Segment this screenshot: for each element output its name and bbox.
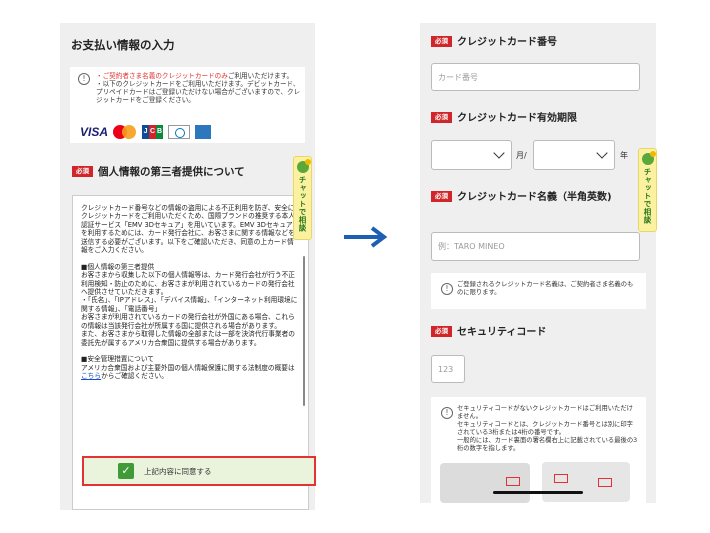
- security-note: セキュリティコードがないクレジットカードはご利用いただけません。 セキュリティコ…: [457, 405, 638, 452]
- chat-icon: [641, 151, 656, 165]
- card-front-illustration: [542, 462, 630, 502]
- arrow-right-icon: [344, 226, 388, 248]
- payment-info-panel: お支払い情報の入力 ! ・ご契約者さま名義のクレジットカードのみご利用いただけま…: [60, 23, 315, 510]
- required-badge: 必須: [431, 36, 452, 47]
- card-number-label: クレジットカード番号: [457, 37, 557, 48]
- holder-label: クレジットカード名義（半角英数): [457, 192, 612, 203]
- chat-consult-tab[interactable]: チャットで相談: [638, 148, 657, 232]
- holder-note-box: ! ご登録されるクレジットカード名義は、ご契約者さま名義のものに限ります。: [431, 273, 646, 309]
- month-unit: 月/: [516, 151, 527, 160]
- cvc-highlight-box: [598, 478, 612, 487]
- terms-scrollbar[interactable]: [303, 256, 305, 406]
- terms-p1: クレジットカード番号などの情報の盗用による不正利用を防ぎ、安全にクレジットカード…: [81, 204, 295, 255]
- third-party-heading-text: 個人情報の第三者提供について: [98, 166, 245, 178]
- card-number-heading: 必須 クレジットカード番号: [431, 36, 646, 49]
- card-notice-text: ・ご契約者さま名義のクレジットカードのみご利用いただけます。 ・以下のクレジット…: [96, 72, 301, 104]
- terms-p3-b: からご確認ください。: [101, 372, 168, 381]
- security-code-label: セキュリティコード: [457, 327, 547, 338]
- amex-logo: [195, 125, 212, 139]
- home-indicator: [493, 491, 583, 494]
- chevron-down-icon: [596, 147, 608, 159]
- cvc-highlight-box: [554, 474, 568, 483]
- diners-logo: [168, 125, 191, 139]
- expiry-heading: 必須 クレジットカード有効期限: [431, 112, 646, 125]
- required-badge: 必須: [431, 112, 452, 123]
- notice-line1-rest: ご利用いただけます。: [227, 72, 294, 80]
- terms-p3-a: ■安全管理措置について アメリカ合衆国および主要外国の個人情報保護に関する法制度…: [81, 355, 295, 372]
- visa-logo: VISA: [80, 125, 109, 139]
- jcb-logo: J C B: [142, 125, 164, 139]
- card-number-placeholder: カード番号: [438, 72, 478, 82]
- card-logos: VISA J C B: [80, 125, 212, 139]
- card-number-input[interactable]: カード番号: [431, 63, 640, 91]
- required-badge: 必須: [431, 326, 452, 337]
- terms-p2: ■個人情報の第三者提供 お客さまから収集した以下の個人情報等は、カード発行会社が…: [81, 262, 298, 347]
- info-icon: !: [441, 283, 453, 295]
- agree-checkbox[interactable]: ✓: [118, 463, 134, 479]
- cvc-highlight-box: [506, 477, 520, 486]
- expiry-label: クレジットカード有効期限: [457, 113, 577, 124]
- year-unit: 年: [620, 151, 628, 160]
- chat-consult-tab[interactable]: チャットで相談: [293, 156, 312, 240]
- card-back-illustration: [440, 463, 530, 503]
- card-notice-box: ! ・ご契約者さま名義のクレジットカードのみご利用いただけます。 ・以下のクレジ…: [70, 67, 305, 143]
- terms-link[interactable]: こちら: [81, 372, 101, 380]
- third-party-heading: 必須 個人情報の第三者提供について: [72, 166, 245, 179]
- security-code-heading: 必須 セキュリティコード: [431, 326, 646, 339]
- security-code-input[interactable]: 123: [431, 355, 465, 383]
- holder-placeholder: 例：TARO MINEO: [438, 242, 505, 251]
- expiry-year-select[interactable]: [533, 140, 615, 170]
- chevron-down-icon: [493, 147, 505, 159]
- expiry-month-select[interactable]: [431, 140, 512, 170]
- required-badge: 必須: [431, 191, 452, 202]
- agree-label: 上記内容に同意する: [144, 466, 212, 476]
- mastercard-logo: [113, 125, 137, 139]
- notice-line1-red: ・ご契約者さま名義のクレジットカードのみ: [96, 72, 228, 80]
- chat-label: チャットで相談: [298, 176, 307, 232]
- required-badge: 必須: [72, 166, 93, 177]
- security-code-placeholder: 123: [438, 364, 454, 374]
- terms-text: クレジットカード番号などの情報の盗用による不正利用を防ぎ、安全にクレジットカード…: [81, 204, 299, 381]
- chat-label: チャットで相談: [643, 168, 652, 224]
- holder-heading: 必須 クレジットカード名義（半角英数): [431, 191, 646, 204]
- holder-name-input[interactable]: 例：TARO MINEO: [431, 232, 640, 261]
- info-icon: !: [78, 73, 90, 85]
- holder-note: ご登録されるクレジットカード名義は、ご契約者さま名義のものに限ります。: [457, 281, 634, 296]
- notice-line2: ・以下のクレジットカードをご利用いただけます。デビットカード、プリペイドカードは…: [96, 80, 301, 104]
- chat-icon: [296, 159, 311, 173]
- info-icon: !: [441, 407, 453, 419]
- page-title: お支払い情報の入力: [71, 38, 175, 52]
- card-entry-panel: 必須 クレジットカード番号 カード番号 必須 クレジットカード有効期限 月/ 年…: [420, 23, 656, 503]
- agree-checkbox-row[interactable]: ✓ 上記内容に同意する: [82, 456, 316, 486]
